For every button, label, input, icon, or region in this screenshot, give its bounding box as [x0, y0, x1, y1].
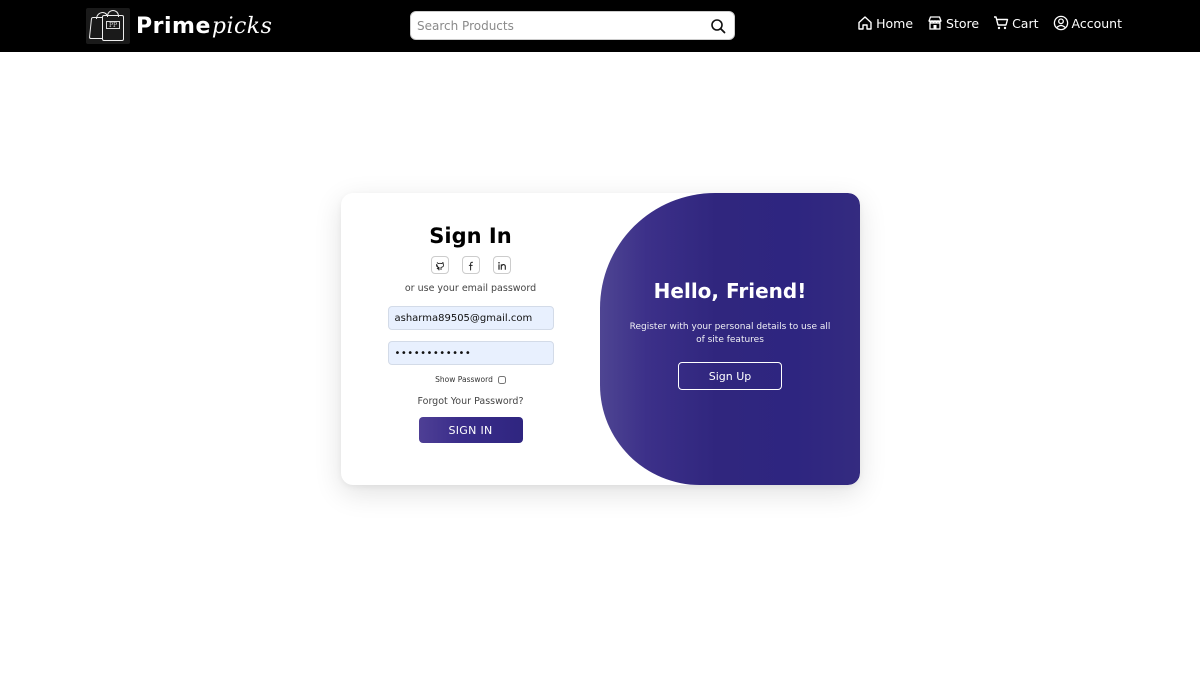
social-login-row [430, 256, 511, 275]
logo-text-script: picks [211, 13, 273, 39]
signin-title: Sign In [429, 224, 512, 248]
search-input[interactable] [411, 12, 706, 39]
home-icon [857, 15, 873, 31]
nav-account[interactable]: Account [1053, 15, 1122, 31]
nav-home[interactable]: Home [857, 15, 913, 31]
navbar: PP Primepicks Home Store Cart [0, 0, 1200, 52]
email-field[interactable] [387, 306, 554, 330]
github-login-button[interactable] [430, 256, 449, 275]
logo-bag-icon: PP [86, 8, 130, 44]
nav-account-label: Account [1071, 15, 1122, 31]
auth-card: Sign In or use your email password ashar… [341, 193, 860, 485]
facebook-login-button[interactable] [461, 256, 480, 275]
sign-up-button[interactable]: Sign Up [678, 362, 782, 390]
promo-text: Register with your personal details to u… [629, 322, 831, 345]
github-icon [435, 256, 445, 275]
nav-cart-label: Cart [1012, 15, 1039, 31]
cart-icon [993, 15, 1009, 31]
show-password-toggle: Show Password [435, 375, 506, 384]
nav-home-label: Home [876, 15, 914, 31]
account-icon [1053, 15, 1069, 31]
nav-cart[interactable]: Cart [993, 15, 1039, 31]
nav-store-label: Store [946, 15, 980, 31]
nav-store[interactable]: Store [927, 15, 979, 31]
signin-form: Sign In or use your email password ashar… [341, 193, 600, 485]
logo-badge: PP [106, 21, 120, 29]
linkedin-login-button[interactable] [492, 256, 511, 275]
facebook-icon [466, 256, 476, 275]
search-icon[interactable] [706, 14, 730, 38]
logo-text: Prime picks [136, 14, 272, 39]
logo-text-bold: Prime [136, 13, 211, 39]
sign-in-button[interactable]: SIGN IN [418, 417, 523, 443]
password-field[interactable] [387, 341, 554, 365]
nav-links: Home Store Cart Account [857, 15, 1122, 31]
show-password-checkbox[interactable] [497, 375, 506, 384]
signup-promo-panel: Hello, Friend! Register with your person… [600, 193, 860, 485]
search-bar [410, 11, 735, 40]
logo[interactable]: PP Prime picks [86, 7, 272, 45]
linkedin-icon [497, 256, 507, 275]
forgot-password-link[interactable]: Forgot Your Password? [418, 396, 524, 407]
show-password-label: Show Password [435, 375, 493, 384]
store-icon [927, 15, 943, 31]
alt-signin-text: or use your email password [404, 283, 537, 294]
promo-title: Hello, Friend! [653, 279, 807, 303]
